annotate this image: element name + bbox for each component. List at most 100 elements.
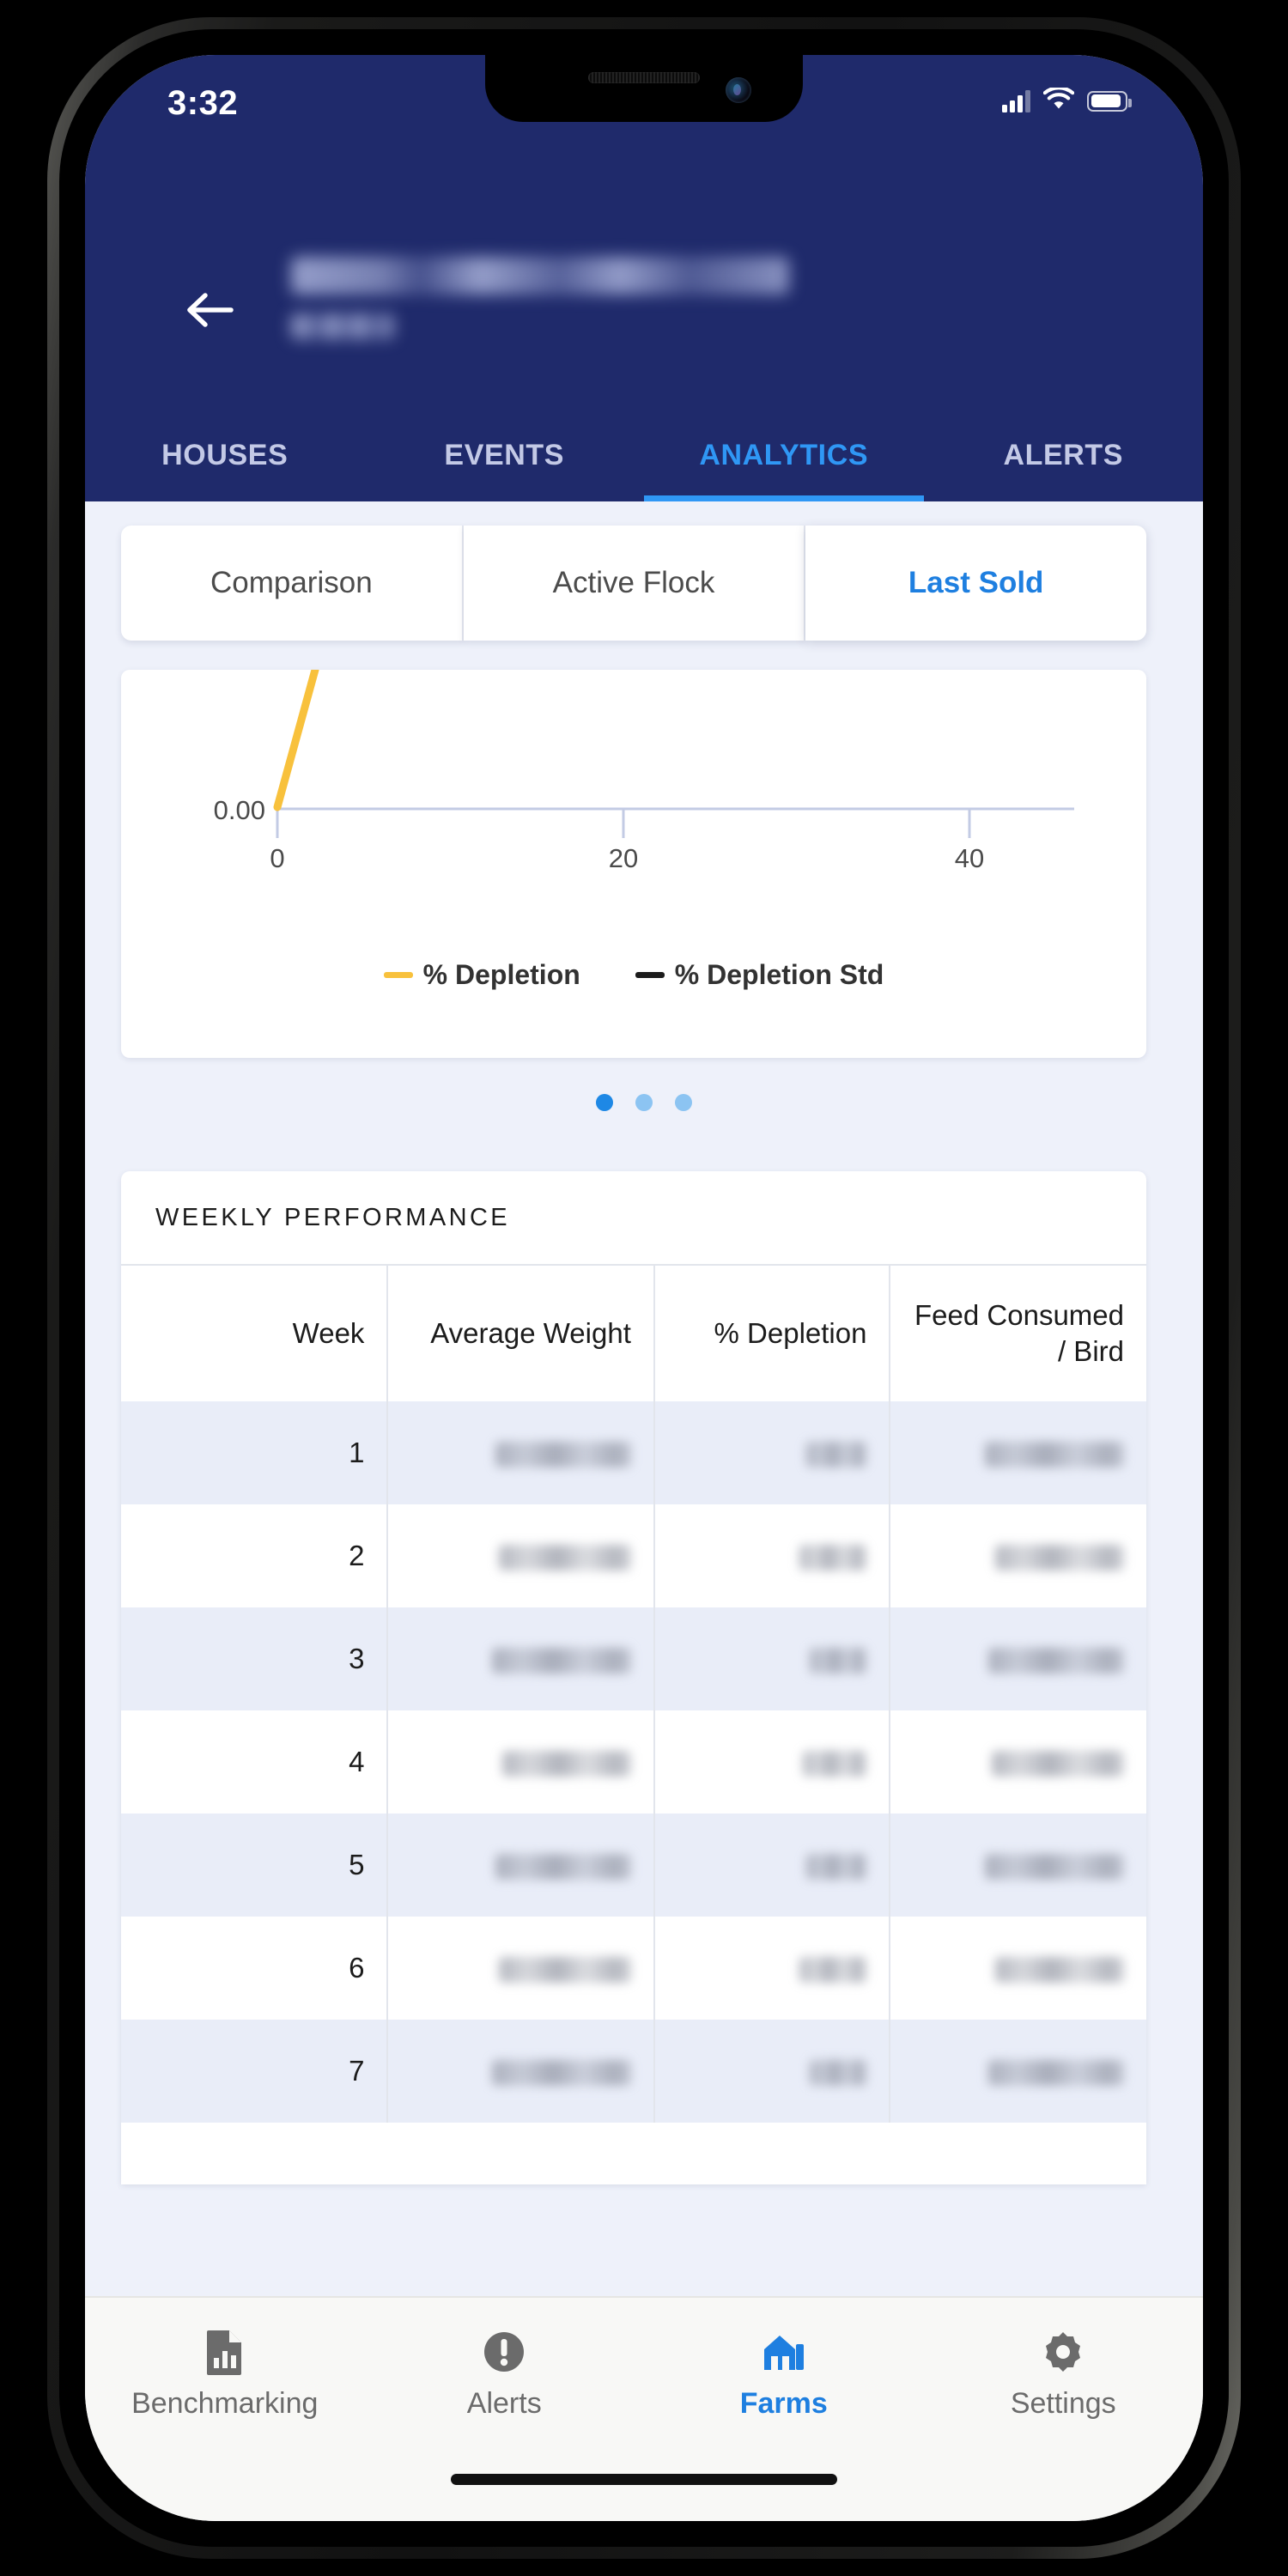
status-bar-icons xyxy=(1002,86,1132,114)
cell-depletion-redacted xyxy=(810,1648,867,1674)
carousel-dot-2[interactable] xyxy=(635,1094,653,1111)
table-row[interactable]: 5 xyxy=(121,1814,1146,1917)
exclamation-circle-icon xyxy=(482,2329,526,2375)
home-indicator[interactable] xyxy=(451,2474,837,2485)
nav-label-settings: Settings xyxy=(1010,2387,1116,2420)
table-row[interactable]: 6 xyxy=(121,1917,1146,2020)
cell-depletion-redacted xyxy=(810,2060,867,2087)
cell-depletion-redacted xyxy=(803,1751,867,1777)
cell-average-weight xyxy=(387,1401,655,1504)
cell-depletion xyxy=(653,1814,891,1917)
cell-week: 3 xyxy=(121,1607,389,1710)
cell-average-weight-redacted xyxy=(498,1545,631,1571)
tab-events-label: EVENTS xyxy=(444,438,565,471)
table-row[interactable]: 7 xyxy=(121,2020,1146,2123)
nav-item-farms[interactable]: Farms xyxy=(644,2298,924,2521)
cell-depletion-redacted xyxy=(806,1854,867,1880)
table-row[interactable]: 1 xyxy=(121,1401,1146,1504)
cell-feed-consumed xyxy=(890,1710,1146,1814)
column-header-average-weight: Average Weight xyxy=(387,1266,655,1401)
svg-text:40: 40 xyxy=(955,843,984,873)
earpiece-speaker xyxy=(588,72,700,83)
legend-label-depletion: % Depletion xyxy=(422,958,580,990)
segment-comparison-label: Comparison xyxy=(210,566,373,599)
cell-week: 4 xyxy=(121,1710,389,1814)
legend-swatch-depletion-std xyxy=(635,971,665,978)
cell-average-weight-redacted xyxy=(491,2060,631,2087)
tab-alerts[interactable]: ALERTS xyxy=(924,409,1204,501)
cell-feed-consumed-redacted xyxy=(988,1648,1124,1674)
table-row[interactable]: 2 xyxy=(121,1504,1146,1607)
nav-label-benchmarking: Benchmarking xyxy=(131,2387,319,2420)
bottom-navigation-bar: Benchmarking Alerts Farms Settings xyxy=(85,2296,1203,2521)
tab-events[interactable]: EVENTS xyxy=(365,409,645,501)
tab-analytics-label: ANALYTICS xyxy=(699,438,869,471)
column-header-depletion: % Depletion xyxy=(653,1266,891,1401)
cell-depletion xyxy=(653,1710,891,1814)
segment-last-sold[interactable]: Last Sold xyxy=(805,526,1147,641)
cellular-signal-icon xyxy=(1002,89,1030,112)
cell-feed-consumed-redacted xyxy=(988,2060,1124,2087)
svg-text:0: 0 xyxy=(270,843,284,873)
cell-depletion xyxy=(653,2020,891,2123)
cell-average-weight-redacted xyxy=(501,1751,631,1777)
chart-legend: % Depletion % Depletion Std xyxy=(121,927,1146,1022)
notch xyxy=(485,55,803,122)
cell-feed-consumed xyxy=(890,1504,1146,1607)
cell-depletion-redacted xyxy=(799,1957,867,1984)
nav-item-alerts[interactable]: Alerts xyxy=(365,2298,645,2521)
cell-average-weight-redacted xyxy=(491,1648,631,1674)
top-tab-bar: HOUSES EVENTS ANALYTICS ALERTS xyxy=(85,409,1203,501)
carousel-pagination[interactable] xyxy=(85,1094,1203,1111)
cell-average-weight-redacted xyxy=(495,1442,631,1468)
nav-label-alerts: Alerts xyxy=(466,2387,542,2420)
tab-houses[interactable]: HOUSES xyxy=(85,409,365,501)
table-header-row: Week Average Weight % Depletion Feed Con… xyxy=(121,1266,1146,1401)
tab-analytics[interactable]: ANALYTICS xyxy=(644,409,924,501)
segment-active-flock[interactable]: Active Flock xyxy=(463,526,806,641)
barn-icon xyxy=(761,2329,807,2375)
cell-feed-consumed-redacted xyxy=(992,1751,1124,1777)
wifi-icon xyxy=(1042,86,1075,114)
carousel-dot-3[interactable] xyxy=(675,1094,692,1111)
phone-bezel: HOUSES EVENTS ANALYTICS ALERTS 3:32 Comp… xyxy=(59,29,1229,2547)
svg-text:20: 20 xyxy=(609,843,638,873)
page-title xyxy=(291,257,789,339)
cell-feed-consumed xyxy=(890,1607,1146,1710)
cell-average-weight xyxy=(387,1814,655,1917)
cell-average-weight xyxy=(387,1917,655,2020)
cell-depletion-redacted xyxy=(806,1442,867,1468)
legend-swatch-depletion xyxy=(383,971,413,978)
cell-feed-consumed-redacted xyxy=(995,1545,1124,1571)
cell-depletion xyxy=(653,1401,891,1504)
table-row[interactable]: 3 xyxy=(121,1607,1146,1710)
page-title-redacted-line-2 xyxy=(291,313,394,339)
depletion-chart-card[interactable]: 0.00 0 20 40 % Depletion % Depletion Std xyxy=(121,670,1146,1058)
phone-screen: HOUSES EVENTS ANALYTICS ALERTS 3:32 Comp… xyxy=(85,55,1203,2521)
carousel-dot-1[interactable] xyxy=(596,1094,613,1111)
cell-depletion xyxy=(653,1504,891,1607)
status-bar-time: 3:32 xyxy=(167,84,239,122)
legend-item-depletion-std: % Depletion Std xyxy=(635,959,884,991)
cell-average-weight xyxy=(387,1504,655,1607)
back-arrow-icon[interactable] xyxy=(186,290,234,330)
cell-feed-consumed xyxy=(890,1401,1146,1504)
cell-feed-consumed-redacted xyxy=(995,1957,1124,1984)
cell-average-weight xyxy=(387,2020,655,2123)
battery-icon xyxy=(1087,90,1132,112)
document-chart-icon xyxy=(205,2329,245,2375)
cell-average-weight-redacted xyxy=(495,1854,631,1880)
cell-average-weight xyxy=(387,1607,655,1710)
cell-feed-consumed xyxy=(890,1917,1146,2020)
segment-comparison[interactable]: Comparison xyxy=(121,526,464,641)
cell-week: 5 xyxy=(121,1814,389,1917)
cell-depletion xyxy=(653,1917,891,2020)
cell-feed-consumed xyxy=(890,2020,1146,2123)
table-row[interactable]: 4 xyxy=(121,1710,1146,1814)
svg-text:0.00: 0.00 xyxy=(214,795,265,825)
weekly-performance-title: WEEKLY PERFORMANCE xyxy=(121,1171,1146,1266)
nav-item-benchmarking[interactable]: Benchmarking xyxy=(85,2298,365,2521)
analytics-content: Comparison Active Flock Last Sold 0.00 0… xyxy=(85,501,1203,2296)
front-camera xyxy=(726,77,751,103)
nav-item-settings[interactable]: Settings xyxy=(924,2298,1204,2521)
